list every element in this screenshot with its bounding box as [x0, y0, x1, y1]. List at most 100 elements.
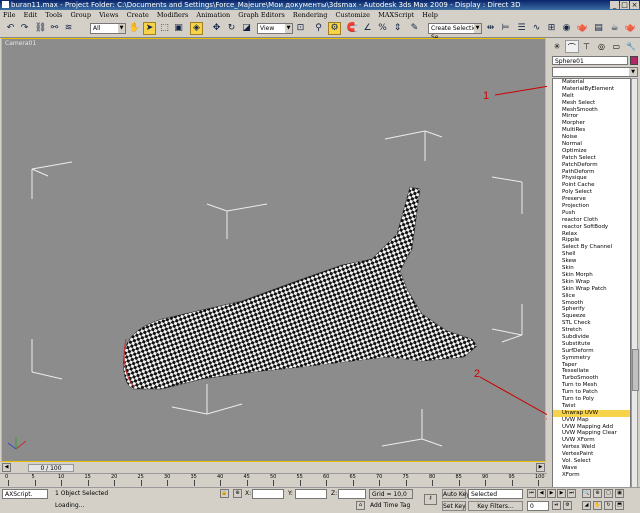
- modifier-list-item[interactable]: Spherify: [553, 306, 630, 313]
- y-coordinate-field[interactable]: [295, 489, 327, 499]
- modifier-list-item[interactable]: Poly Select: [553, 189, 630, 196]
- scale-icon[interactable]: ◪: [240, 22, 253, 35]
- modifier-list-item[interactable]: Noise: [553, 134, 630, 141]
- modifier-list-item[interactable]: Turn to Patch: [553, 389, 630, 396]
- maxscript-listener-field[interactable]: AXScript.: [2, 489, 48, 499]
- object-color-swatch[interactable]: [630, 56, 638, 65]
- modifier-list-item[interactable]: Projection: [553, 203, 630, 210]
- modifier-list-item[interactable]: UVW Map: [553, 417, 630, 424]
- schematic-view-icon[interactable]: ⊞: [545, 22, 558, 35]
- modifier-list-item[interactable]: Vol. Select: [553, 458, 630, 465]
- modifier-list-item[interactable]: Skin Wrap Patch: [553, 286, 630, 293]
- field-of-view-icon[interactable]: ◢: [582, 501, 591, 510]
- create-tab-icon[interactable]: ✳: [550, 40, 564, 53]
- menu-file[interactable]: File: [3, 11, 16, 19]
- select-by-name-icon[interactable]: ✋: [128, 22, 141, 35]
- modifier-list-item[interactable]: Skin Wrap: [553, 279, 630, 286]
- keyboard-shortcut-override-icon[interactable]: ⚙: [328, 22, 341, 35]
- time-configuration-icon[interactable]: ⚙: [563, 501, 572, 510]
- time-slider-prev-icon[interactable]: ◀: [2, 463, 11, 472]
- zoom-all-icon[interactable]: ⊕: [593, 489, 602, 498]
- hierarchy-tab-icon[interactable]: ⊤: [580, 40, 594, 53]
- zoom-extents-icon[interactable]: ▢: [604, 489, 613, 498]
- x-coordinate-field[interactable]: [252, 489, 284, 499]
- z-coordinate-field[interactable]: [338, 489, 366, 499]
- key-icon[interactable]: ⚷: [424, 494, 437, 505]
- time-slider-next-icon[interactable]: ▶: [536, 463, 545, 472]
- modifier-list-item[interactable]: Optimize: [553, 148, 630, 155]
- redo-icon[interactable]: ↷: [18, 22, 31, 35]
- modifier-list-item[interactable]: Morpher: [553, 120, 630, 127]
- modifier-list-item[interactable]: Slice: [553, 293, 630, 300]
- play-icon[interactable]: ▶: [547, 489, 556, 498]
- modifier-list-item[interactable]: MultiRes: [553, 127, 630, 134]
- undo-icon[interactable]: ↶: [4, 22, 17, 35]
- modifier-list-item[interactable]: Normal: [553, 141, 630, 148]
- modifier-list-item[interactable]: Subdivide: [553, 334, 630, 341]
- modify-tab-icon[interactable]: ⌒: [564, 40, 579, 53]
- modifier-list-item[interactable]: MaterialByElement: [553, 86, 630, 93]
- modifier-list-item[interactable]: Preserve: [553, 196, 630, 203]
- modifier-list-item[interactable]: Melt: [553, 93, 630, 100]
- modifier-list-item[interactable]: Twist: [553, 403, 630, 410]
- manipulate-icon[interactable]: ⚲: [312, 22, 325, 35]
- modifier-list-scrollbar[interactable]: [631, 78, 639, 488]
- key-mode-toggle-icon[interactable]: ⏯: [552, 501, 561, 510]
- modifier-list-item[interactable]: Skin: [553, 265, 630, 272]
- modifier-list-item[interactable]: Skin Morph: [553, 272, 630, 279]
- modifier-list-item[interactable]: PathDeform: [553, 169, 630, 176]
- select-and-move-icon[interactable]: ◈: [190, 22, 203, 35]
- utilities-tab-icon[interactable]: 🔧: [624, 40, 638, 53]
- menu-graph-editors[interactable]: Graph Editors: [238, 11, 285, 19]
- unlink-icon[interactable]: ⚯: [48, 22, 61, 35]
- modifier-list-item[interactable]: UVW Mapping Add: [553, 424, 630, 431]
- object-name-field[interactable]: Sphere01: [552, 56, 628, 65]
- modifier-list-item[interactable]: VertexPaint: [553, 451, 630, 458]
- key-filters-button[interactable]: Key Filters...: [468, 501, 523, 511]
- absolute-mode-icon[interactable]: ⊕: [233, 489, 242, 498]
- menu-maxscript[interactable]: MAXScript: [378, 11, 414, 19]
- add-time-tag-button[interactable]: Add Time Tag: [370, 501, 410, 510]
- key-mode-dropdown[interactable]: Selected: [468, 489, 523, 499]
- modifier-list-item[interactable]: Symmetry: [553, 355, 630, 362]
- current-frame-field[interactable]: 0: [527, 501, 549, 511]
- modifier-list-item[interactable]: PatchDeform: [553, 162, 630, 169]
- menu-tools[interactable]: Tools: [45, 11, 62, 19]
- window-crossing-icon[interactable]: ▣: [172, 22, 185, 35]
- modifier-list-item[interactable]: Smooth: [553, 300, 630, 307]
- edit-named-selection-icon[interactable]: ✎: [408, 22, 421, 35]
- link-icon[interactable]: ⛓: [34, 22, 47, 35]
- modifier-list-item[interactable]: reactor SoftBody: [553, 224, 630, 231]
- render-setup-icon[interactable]: 🫖: [576, 22, 589, 35]
- modifier-list-item[interactable]: Material: [553, 79, 630, 86]
- modifier-list-item[interactable]: Wave: [553, 465, 630, 472]
- maximize-button[interactable]: □: [620, 1, 629, 9]
- modifier-list-item[interactable]: Unwrap UVW: [553, 409, 630, 417]
- modifier-list[interactable]: Material MaterialByElement Melt Mesh Select…: [552, 78, 631, 488]
- render-production-icon[interactable]: 🫖: [624, 22, 637, 35]
- modifier-list-item[interactable]: Select By Channel: [553, 244, 630, 251]
- time-slider[interactable]: 0 / 100: [28, 464, 74, 472]
- zoom-icon[interactable]: 🔍: [582, 489, 591, 498]
- scrollbar-thumb[interactable]: [632, 349, 639, 391]
- go-to-end-icon[interactable]: ⏭: [567, 489, 576, 498]
- material-editor-icon[interactable]: ◉: [560, 22, 573, 35]
- rendered-frame-window-icon[interactable]: ▤: [592, 22, 605, 35]
- auto-key-button[interactable]: Auto Key: [442, 489, 470, 499]
- modifier-list-item[interactable]: reactor Cloth: [553, 217, 630, 224]
- pan-view-icon[interactable]: ✋: [593, 501, 602, 510]
- snap-toggle-icon[interactable]: 🧲: [346, 22, 359, 35]
- menu-edit[interactable]: Edit: [24, 11, 38, 19]
- next-frame-icon[interactable]: ▶: [557, 489, 566, 498]
- modifier-list-item[interactable]: Point Cache: [553, 182, 630, 189]
- modifier-list-item[interactable]: Squeeze: [553, 313, 630, 320]
- layer-manager-icon[interactable]: ☰: [515, 22, 528, 35]
- modifier-list-item[interactable]: Taper: [553, 362, 630, 369]
- reference-coordinate-dropdown[interactable]: View ▼: [257, 23, 293, 34]
- modifier-list-item[interactable]: Patch Select: [553, 155, 630, 162]
- menu-animation[interactable]: Animation: [196, 11, 230, 19]
- minimize-button[interactable]: _: [610, 1, 619, 9]
- menu-rendering[interactable]: Rendering: [293, 11, 327, 19]
- spinner-snap-icon[interactable]: ⇕: [391, 22, 404, 35]
- display-tab-icon[interactable]: ▭: [609, 40, 623, 53]
